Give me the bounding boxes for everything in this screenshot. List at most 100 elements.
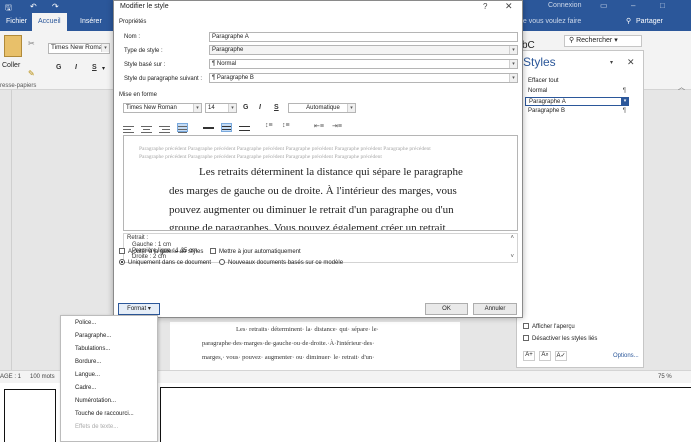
tell-me-input[interactable]: ue vous voulez faire bbox=[519, 18, 581, 25]
font-color-select[interactable]: Automatique ▾ bbox=[288, 103, 356, 113]
document-line: paragraphe·des·marges·de·gauche·ou·de·dr… bbox=[202, 340, 375, 347]
menu-item-raccourci[interactable]: Touche de raccourci... bbox=[75, 411, 134, 417]
bold-button[interactable]: G bbox=[56, 64, 61, 71]
menu-item-police[interactable]: Police... bbox=[75, 320, 96, 326]
format-painter-icon[interactable]: ✎ bbox=[28, 69, 35, 78]
share-button[interactable]: Partager bbox=[636, 18, 663, 25]
style-type-select[interactable]: Paragraphe ▾ bbox=[209, 45, 518, 55]
collapse-ribbon-icon[interactable]: ︿ bbox=[678, 82, 685, 92]
cut-icon[interactable]: ✂ bbox=[28, 39, 35, 48]
style-name-input[interactable]: Paragraphe A bbox=[209, 32, 518, 42]
preview-text-line: groupe de paragraphes. Vous pouvez égale… bbox=[169, 222, 446, 231]
disable-linked-checkbox[interactable]: Désactiver les styles liés bbox=[523, 335, 597, 342]
align-left-icon[interactable] bbox=[123, 124, 134, 133]
new-documents-radio[interactable]: Nouveaux documents basés sur ce modèle bbox=[219, 259, 343, 266]
auto-update-checkbox[interactable]: Mettre à jour automatiquement bbox=[210, 248, 301, 255]
help-button[interactable]: ? bbox=[483, 2, 487, 11]
maximize-icon[interactable]: □ bbox=[660, 1, 665, 10]
single-spacing-icon[interactable] bbox=[203, 124, 214, 133]
manage-styles-icon[interactable]: A✓ bbox=[555, 351, 567, 361]
preview-text-line: des marges de gauche ou de droite. À l'i… bbox=[169, 185, 457, 197]
add-to-gallery-checkbox[interactable]: Ajouter à la galerie de styles bbox=[119, 248, 203, 255]
underline-dropdown-icon[interactable]: ▾ bbox=[102, 65, 105, 72]
style-type-label: Type de style : bbox=[124, 48, 163, 54]
word-count[interactable]: 100 mots bbox=[30, 374, 55, 380]
preview-previous-paragraph: Paragraphe précédent Paragraphe précéden… bbox=[139, 146, 431, 152]
zoom-level[interactable]: 75 % bbox=[658, 374, 672, 380]
style-item-paragraphe-b[interactable]: Paragraphe B ¶ bbox=[525, 107, 629, 116]
next-style-label: Style du paragraphe suivant : bbox=[124, 76, 203, 82]
menu-item-cadre[interactable]: Cadre... bbox=[75, 385, 96, 391]
undo-icon[interactable]: ↶ bbox=[30, 2, 37, 11]
paste-label[interactable]: Coller bbox=[2, 62, 20, 69]
close-dialog-button[interactable]: ✕ bbox=[505, 1, 513, 12]
menu-item-paragraphe[interactable]: Paragraphe... bbox=[75, 333, 111, 339]
format-button[interactable]: Format ▾ bbox=[118, 303, 160, 315]
menu-item-numerotation[interactable]: Numérotation... bbox=[75, 398, 116, 404]
style-dropdown-icon[interactable]: ▾ bbox=[621, 97, 629, 106]
close-icon[interactable]: ✕ bbox=[627, 57, 635, 68]
sign-in-link[interactable]: Connexion bbox=[548, 2, 581, 9]
find-button[interactable]: ⚲ Rechercher ▾ bbox=[564, 35, 642, 47]
new-style-icon[interactable]: A+ bbox=[523, 351, 535, 361]
options-link[interactable]: Options... bbox=[613, 353, 639, 359]
menu-item-bordure[interactable]: Bordure... bbox=[75, 359, 101, 365]
menu-item-langue[interactable]: Langue... bbox=[75, 372, 100, 378]
redo-icon[interactable]: ↷ bbox=[52, 2, 59, 11]
decrease-indent-icon[interactable]: ⇤≡ bbox=[314, 122, 324, 130]
format-menu: Police... Paragraphe... Tabulations... B… bbox=[60, 315, 158, 442]
page-count[interactable]: AGE : 1 bbox=[0, 374, 21, 380]
only-this-document-radio[interactable]: Uniquement dans ce document bbox=[119, 259, 211, 266]
pane-options-icon[interactable]: ▾ bbox=[610, 59, 613, 66]
tab-fichier[interactable]: Fichier bbox=[0, 13, 33, 31]
style-item-normal[interactable]: Normal ¶ bbox=[525, 87, 629, 96]
menu-item-tabulations[interactable]: Tabulations... bbox=[75, 346, 110, 352]
ok-button[interactable]: OK bbox=[425, 303, 468, 315]
font-select[interactable]: Times New Roman ▾ bbox=[123, 103, 202, 113]
based-on-select[interactable]: ¶ Normal ▾ bbox=[209, 59, 518, 69]
underline-button[interactable]: S bbox=[274, 104, 279, 111]
thumbnail-frame bbox=[4, 389, 56, 442]
font-name-box[interactable]: Times New Roman ▾ bbox=[48, 43, 110, 54]
increase-indent-icon[interactable]: ⇥≡ bbox=[332, 122, 342, 130]
styles-pane: Styles ▾ ✕ Effacer tout Normal ¶ Paragrap… bbox=[516, 50, 644, 368]
nom-label: Nom : bbox=[124, 34, 141, 40]
preview-text-line: pouvez augmenter ou diminuer le retrait … bbox=[169, 204, 454, 216]
style-item-paragraphe-a[interactable]: Paragraphe A ▾ bbox=[525, 97, 629, 106]
preview-text-line: Les retraits déterminent la distance qui… bbox=[199, 166, 463, 178]
paste-icon[interactable] bbox=[4, 35, 22, 57]
style-item-clear[interactable]: Effacer tout bbox=[525, 77, 629, 86]
scroll-up-icon[interactable]: ˄ bbox=[510, 235, 514, 241]
align-right-icon[interactable] bbox=[159, 124, 170, 133]
menu-item-effets-texte: Effets de texte... bbox=[75, 424, 119, 430]
modify-style-dialog: Modifier le style ? ✕ Propriétés Nom : P… bbox=[113, 0, 523, 318]
show-preview-checkbox[interactable]: Afficher l'aperçu bbox=[523, 323, 575, 330]
next-style-select[interactable]: ¶ Paragraphe B ▾ bbox=[209, 73, 518, 83]
increase-spacing-icon[interactable]: ↕≡ bbox=[265, 122, 273, 129]
justify-icon[interactable] bbox=[177, 123, 188, 133]
italic-button[interactable]: I bbox=[259, 104, 261, 111]
cancel-button[interactable]: Annuler bbox=[473, 303, 517, 315]
styles-pane-title: Styles bbox=[523, 55, 556, 69]
style-inspector-icon[interactable]: A⌕ bbox=[539, 351, 551, 361]
ribbon-display-icon[interactable]: ▭ bbox=[600, 1, 608, 10]
document-line: Les· retraits· déterminent· la· distance… bbox=[236, 326, 379, 333]
one-half-spacing-icon[interactable] bbox=[221, 123, 232, 132]
scroll-down-icon[interactable]: ˅ bbox=[510, 254, 514, 260]
bold-button[interactable]: G bbox=[243, 104, 248, 111]
minimize-icon[interactable]: – bbox=[631, 1, 635, 10]
based-on-label: Style basé sur : bbox=[124, 62, 166, 68]
style-preview: Paragraphe précédent Paragraphe précéden… bbox=[123, 135, 518, 231]
tab-inserer[interactable]: Insérer bbox=[74, 13, 108, 31]
clipboard-group-label: resse-papiers bbox=[0, 83, 37, 89]
italic-button[interactable]: I bbox=[75, 64, 77, 71]
properties-section-label: Propriétés bbox=[119, 19, 147, 25]
decrease-spacing-icon[interactable]: ↕≡ bbox=[282, 122, 290, 129]
dialog-title: Modifier le style bbox=[120, 3, 169, 10]
align-center-icon[interactable] bbox=[141, 124, 152, 133]
double-spacing-icon[interactable] bbox=[239, 124, 250, 133]
vertical-ruler bbox=[0, 90, 12, 370]
font-size-select[interactable]: 14 ▾ bbox=[205, 103, 237, 113]
tab-accueil[interactable]: Accueil bbox=[32, 13, 67, 31]
underline-button[interactable]: S bbox=[92, 64, 97, 71]
